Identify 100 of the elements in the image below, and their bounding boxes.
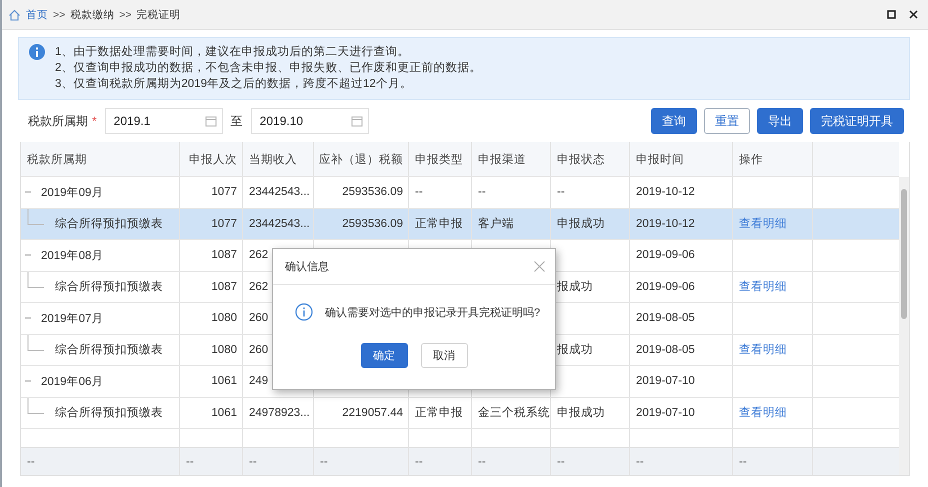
date-field[interactable]: 2019.10 (250, 108, 369, 134)
summary-cell: -- (739, 456, 747, 468)
date-field[interactable]: 2019.1 (104, 108, 223, 134)
tree-connector (27, 334, 45, 350)
info-icon (29, 44, 45, 60)
column-header: 申报人次 (189, 152, 237, 166)
breadcrumb-link[interactable]: 首页 (26, 8, 48, 22)
table-cell-text: 2019年08月 (41, 248, 104, 263)
breadcrumb-item: 税款缴纳 (70, 8, 114, 22)
table-cell: 2019-10-12 (636, 218, 695, 230)
detail-link[interactable]: 查看明细 (739, 279, 787, 294)
tree-connector (27, 208, 45, 224)
breadcrumb-separator: >> (119, 8, 132, 20)
table-cell-text: 综合所得预扣预缴表 (55, 406, 163, 420)
notice-text: 2、仅查询申报成功的数据，不包含未申报、申报失败、已作废和更正前的数据。 (55, 60, 482, 76)
table-cell: 2593536.09 (342, 218, 403, 230)
table-cell: 249 (249, 375, 268, 388)
column-header: 应补（退）税额 (319, 152, 403, 166)
table-cell-text: 申报成功 (557, 406, 605, 420)
table-cell-text: 2019年06月 (41, 374, 104, 389)
table-cell: 2019-08-05 (636, 312, 695, 324)
table-cell: 2019-10-12 (636, 186, 695, 198)
home-icon (8, 8, 21, 20)
table-cell: 2019-09-06 (636, 280, 695, 293)
action-button[interactable]: 完税证明开具 (810, 108, 904, 134)
dialog-button[interactable]: 取消 (420, 343, 468, 368)
table-cell: 260 (249, 344, 268, 356)
table-cell-text: 正常申报 (415, 406, 463, 420)
table-cell: 23442543... (249, 218, 310, 230)
column-header: 操作 (739, 152, 763, 166)
summary-cell: -- (478, 456, 486, 468)
notice-text: 1、由于数据处理需要时间，建议在申报成功后的第二天进行查询。 (55, 44, 410, 60)
summary-cell: -- (249, 456, 257, 468)
table-cell-text: 报成功 (557, 280, 593, 294)
table-cell-text: 正常申报 (415, 216, 463, 232)
table-cell-text: 综合所得预扣预缴表 (55, 342, 163, 358)
required-mark: * (92, 114, 97, 128)
info-icon (295, 303, 313, 321)
table-cell: 2219057.44 (342, 406, 403, 419)
scrollbar[interactable] (899, 177, 909, 475)
action-button[interactable]: 导出 (757, 108, 803, 134)
table-cell: 1077 (211, 218, 237, 230)
table-cell: 1077 (211, 186, 237, 198)
summary-cell: -- (27, 456, 35, 468)
table-cell: 1061 (211, 375, 237, 388)
close-icon[interactable] (909, 10, 918, 19)
detail-link[interactable]: 查看明细 (739, 342, 787, 358)
maximize-icon[interactable] (887, 10, 896, 19)
summary-cell: -- (557, 456, 565, 468)
table-cell: -- (478, 186, 486, 198)
tree-connector (27, 398, 45, 414)
summary-cell: -- (636, 456, 644, 468)
table-cell: 2019-08-05 (636, 344, 695, 356)
dialog-message: 确认需要对选中的申报记录开具完税证明吗? (325, 306, 540, 320)
table-cell: 2019-09-06 (636, 249, 695, 262)
column-header: 申报状态 (557, 152, 605, 166)
summary-cell: -- (415, 456, 423, 468)
column-header: 申报类型 (415, 152, 463, 166)
action-button[interactable]: 重置 (704, 108, 750, 134)
table-cell: 260 (249, 312, 268, 324)
calendar-icon (350, 115, 363, 127)
table-cell: 客户端 (478, 216, 514, 232)
table-cell-text: 综合所得预扣预缴表 (55, 216, 163, 232)
table-cell: 24978923... (249, 406, 310, 419)
period-label: 税款所属期 (28, 112, 88, 130)
table-cell-text: 2019年07月 (41, 312, 104, 326)
detail-link[interactable]: 查看明细 (739, 216, 787, 232)
table-cell-text: 综合所得预扣预缴表 (55, 280, 163, 294)
table-cell: 2019-07-10 (636, 375, 695, 388)
table-cell: 1061 (211, 406, 237, 419)
table-cell: 1087 (211, 280, 237, 293)
table-cell-text: 申报成功 (557, 216, 605, 232)
selected-row-highlight[interactable]: 综合所得预扣预缴表 1077 23442543... 2593536.09 正常申报 客户端 申报成功 2019-10-12 查看明细 (21, 208, 899, 240)
table-cell: 1087 (211, 249, 237, 262)
table-cell: 262 (249, 249, 268, 262)
table-cell: 1080 (211, 344, 237, 356)
table-cell: 23442543... (249, 186, 310, 198)
column-header: 当期收入 (249, 152, 297, 166)
breadcrumb-item: 完税证明 (136, 8, 181, 22)
column-header: 申报时间 (636, 152, 684, 166)
detail-link[interactable]: 查看明细 (739, 405, 787, 420)
dialog-title: 确认信息 (285, 260, 329, 274)
table-cell: 金三个税系统 (478, 405, 550, 420)
breadcrumb-separator: >> (53, 8, 66, 20)
tree-connector (27, 272, 45, 288)
notice-text: 3、仅查询税款所属期为2019年及之后的数据，跨度不超过12个月。 (55, 76, 413, 92)
summary-cell: -- (320, 456, 328, 468)
table-cell: 262 (249, 280, 268, 293)
column-header: 申报渠道 (478, 152, 526, 166)
range-separator: 至 (230, 112, 243, 130)
table-cell: -- (415, 186, 423, 198)
table-cell: 1080 (211, 312, 237, 324)
calendar-icon (204, 115, 217, 127)
dialog-button[interactable]: 确定 (360, 343, 408, 368)
table-cell: 2019-07-10 (636, 406, 695, 419)
table-cell: 2593536.09 (342, 186, 403, 198)
summary-cell: -- (186, 456, 194, 468)
table-cell-text: 2019年09月 (41, 186, 104, 200)
table-cell: -- (557, 186, 565, 198)
action-button[interactable]: 查询 (651, 108, 697, 134)
